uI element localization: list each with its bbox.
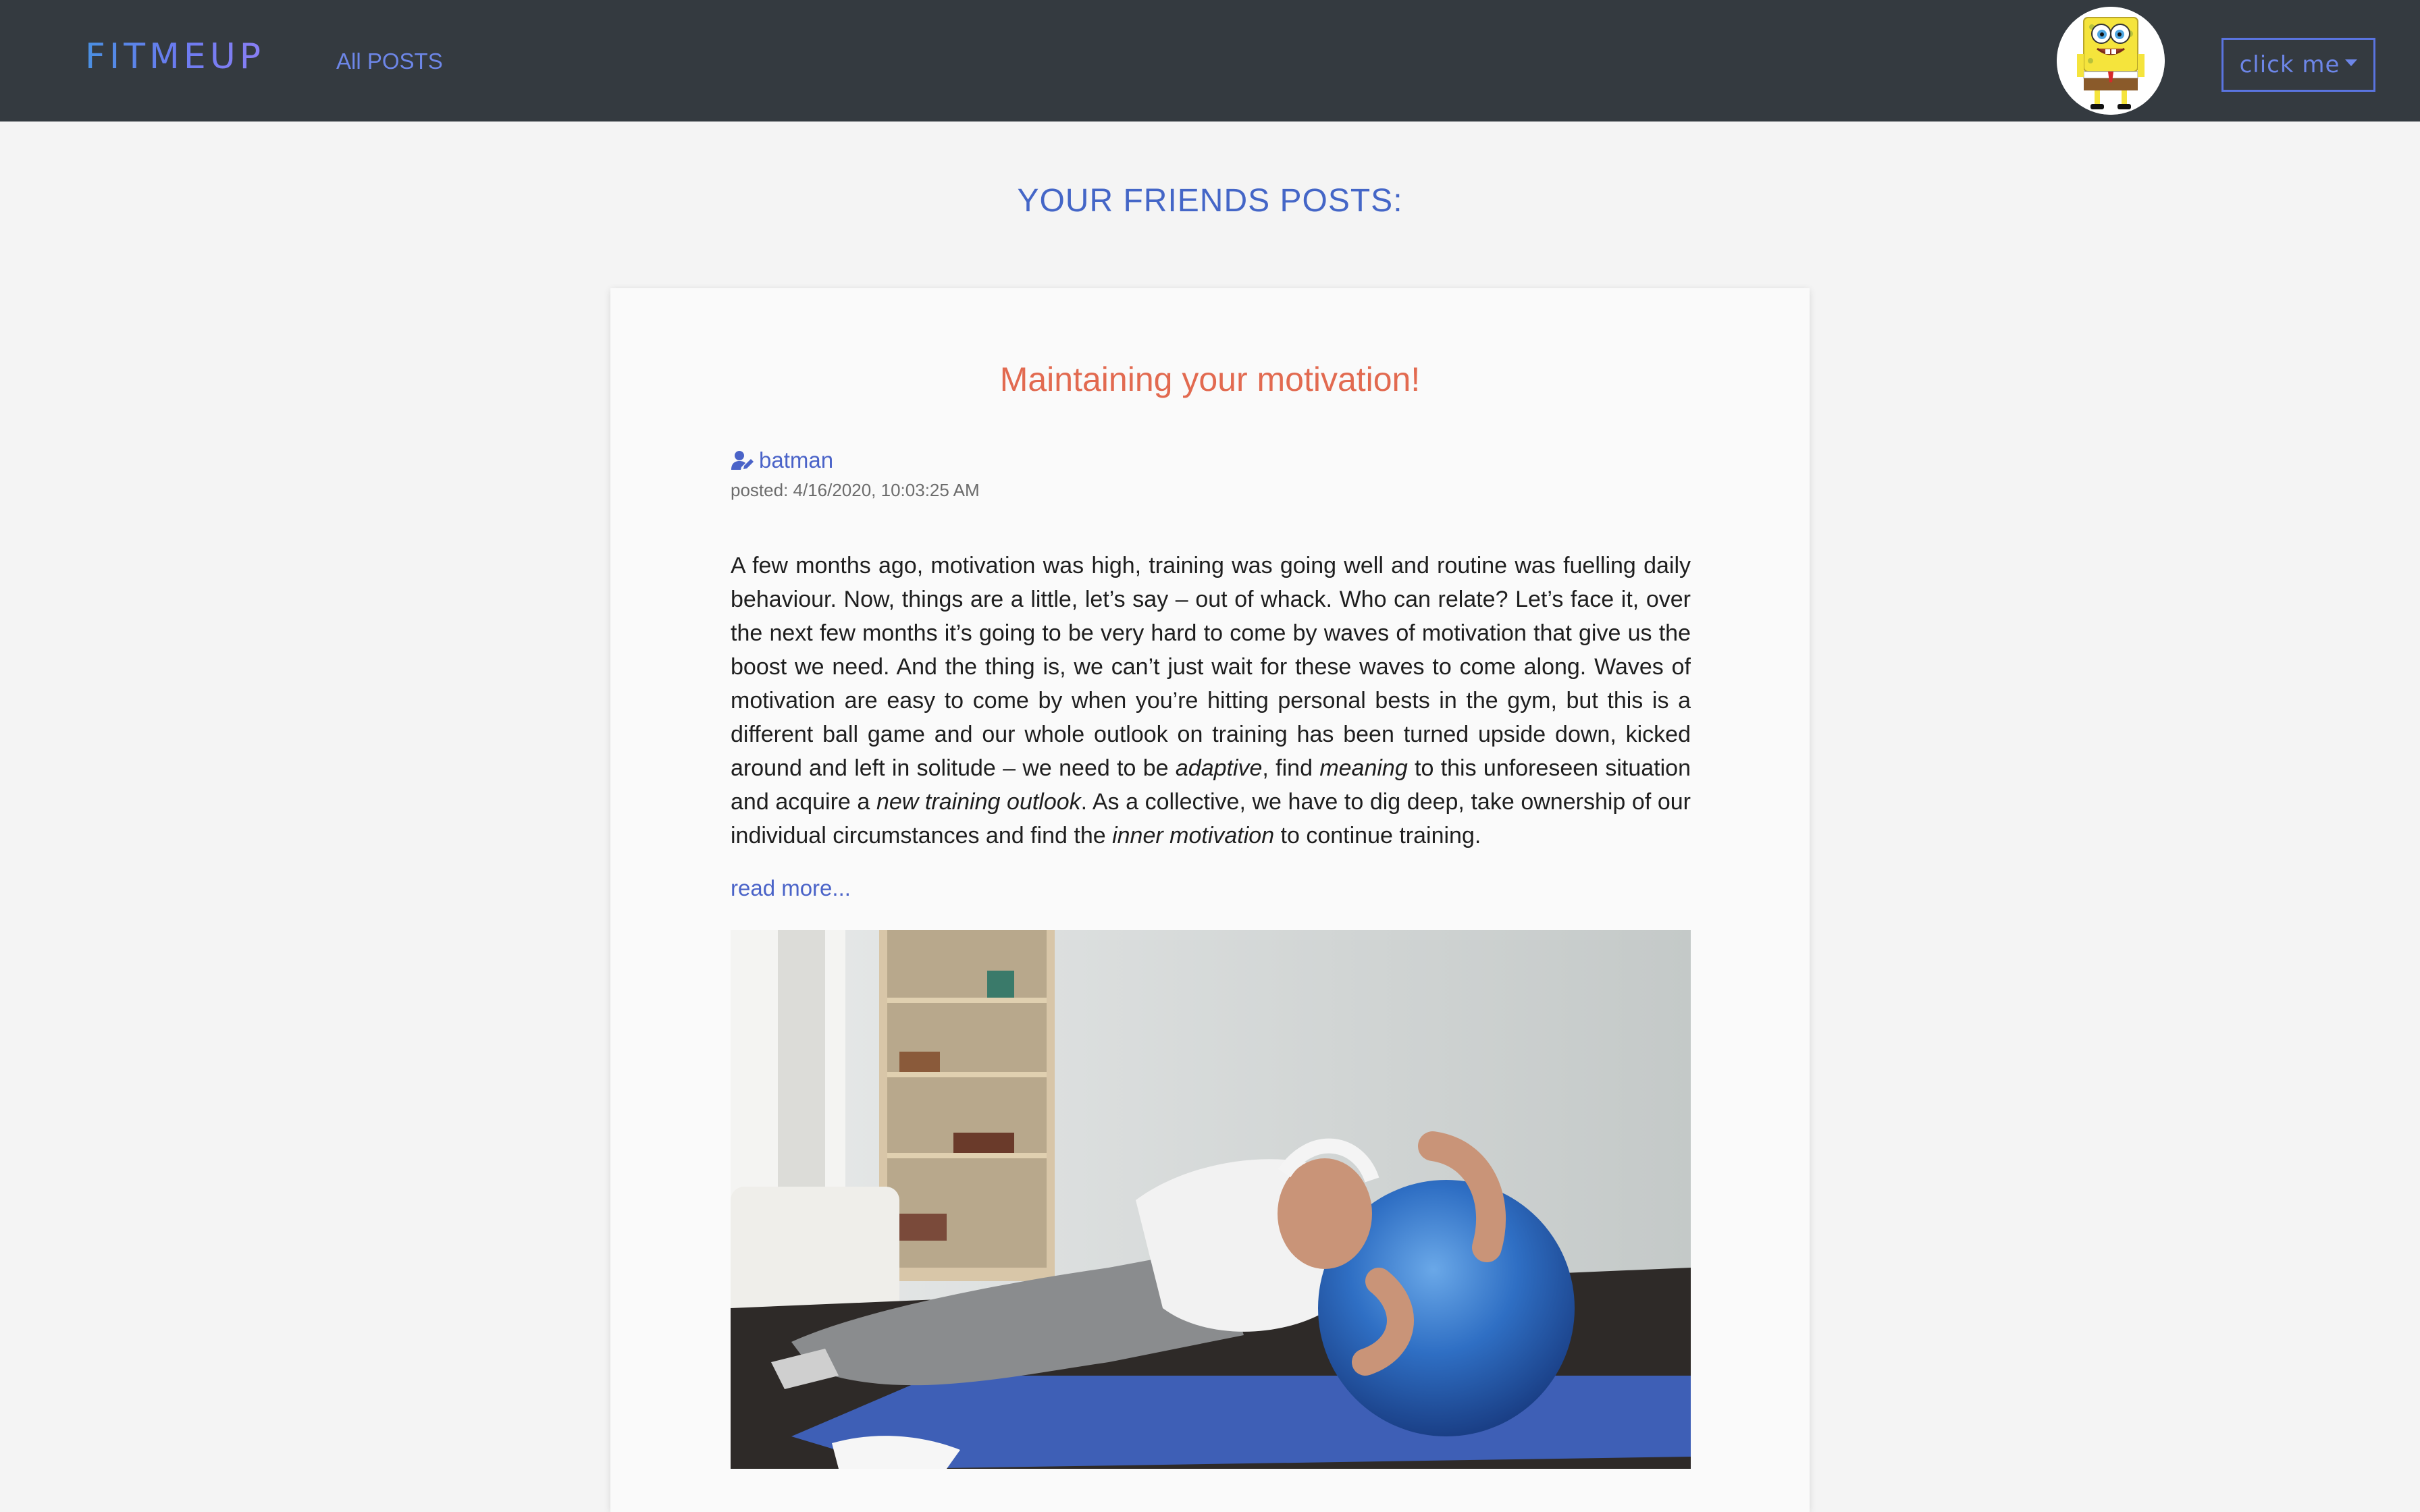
brand-logo[interactable]: FITMEUP (85, 36, 265, 77)
read-more-link[interactable]: read more... (731, 875, 851, 901)
post-body-text: to continue training. (1274, 823, 1481, 848)
post-body-text: A few months ago, motivation was high, t… (731, 553, 1691, 781)
post-body-emphasis: adaptive (1175, 755, 1263, 781)
post-image (731, 930, 1691, 1469)
spongebob-avatar-image (2057, 7, 2165, 115)
post-author[interactable]: batman (731, 448, 833, 473)
post-body: A few months ago, motivation was high, t… (731, 549, 1691, 853)
navbar: FITMEUP All POSTS click me (0, 0, 2420, 122)
nav-link-all-posts[interactable]: All POSTS (336, 49, 443, 74)
post-body-emphasis: inner motivation (1112, 823, 1275, 848)
user-dropdown-button[interactable]: click me (2221, 38, 2375, 92)
man-with-exercise-ball-photo (731, 930, 1691, 1469)
section-title: YOUR FRIENDS POSTS: (1017, 183, 1403, 219)
caret-down-icon (2345, 59, 2358, 66)
post-body-text: , find (1262, 755, 1320, 781)
author-name: batman (759, 448, 834, 473)
user-edit-icon (731, 451, 754, 470)
dropdown-label: click me (2239, 51, 2340, 78)
avatar[interactable] (2057, 7, 2165, 115)
post-timestamp: posted: 4/16/2020, 10:03:25 AM (731, 480, 980, 500)
post-body-emphasis: new training outlook (876, 789, 1081, 815)
post-card: Maintaining your motivation! batman post… (610, 288, 1810, 1512)
post-title: Maintaining your motivation! (999, 360, 1421, 398)
post-body-emphasis: meaning (1319, 755, 1408, 781)
